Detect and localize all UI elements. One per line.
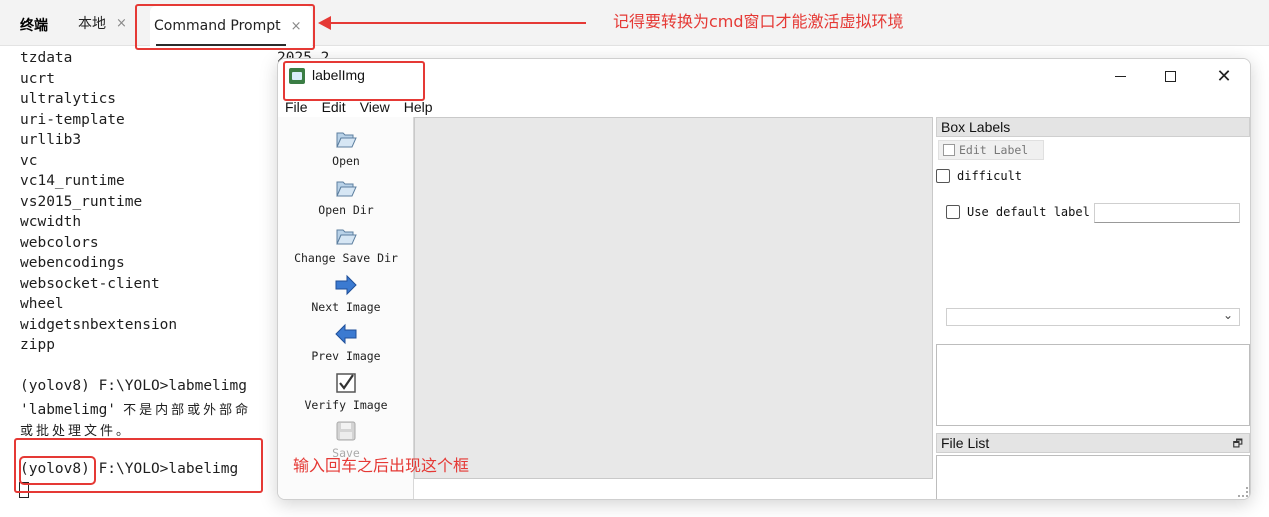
- next-image-button[interactable]: Next Image: [278, 271, 414, 319]
- package-row: tzdata2025.2: [20, 50, 329, 66]
- default-label-input[interactable]: [1094, 203, 1240, 223]
- command-line-1: (yolov8) F:\YOLO>labmelimg: [20, 378, 247, 394]
- arrow-right-icon: [335, 274, 357, 296]
- package-row: webcolors24: [20, 235, 294, 251]
- package-row: wcwidth0.: [20, 214, 294, 230]
- minimize-icon: [1114, 75, 1126, 77]
- open-button[interactable]: Open: [278, 125, 414, 173]
- menu-edit[interactable]: Edit: [322, 99, 346, 115]
- package-row: vc14: [20, 153, 294, 169]
- change-save-dir-button[interactable]: Change Save Dir: [278, 222, 414, 270]
- annotation-arrow-line: [328, 22, 586, 24]
- label-select[interactable]: ⌄: [946, 308, 1240, 326]
- package-row: urllib32.: [20, 132, 294, 148]
- package-row: webencodings0.: [20, 255, 294, 271]
- next-image-button-label: Next Image: [311, 300, 381, 314]
- close-icon: ✕: [1216, 65, 1232, 87]
- label-list[interactable]: [936, 344, 1250, 426]
- save-icon: [336, 421, 356, 441]
- maximize-button[interactable]: [1144, 59, 1196, 93]
- package-row: widgetsnbextension4.: [20, 317, 294, 333]
- menu-file[interactable]: File: [285, 99, 308, 115]
- prev-image-button[interactable]: Prev Image: [278, 320, 414, 368]
- box-labels-title: Box Labels: [936, 117, 1250, 137]
- annotation-box-cmd-tab: [135, 4, 315, 50]
- arrow-left-icon: [335, 323, 357, 345]
- annotation-box-labelimg-title: [283, 61, 425, 101]
- tab-local-close-icon[interactable]: ×: [116, 16, 127, 31]
- open-dir-button[interactable]: Open Dir: [278, 174, 414, 222]
- maximize-icon: [1164, 70, 1176, 82]
- change-save-dir-button-label: Change Save Dir: [294, 251, 398, 265]
- folder-open-icon: [336, 229, 357, 245]
- package-row: vs2015_runtime14: [20, 194, 294, 210]
- difficult-label: difficult: [957, 169, 1023, 183]
- annotation-top-note: 记得要转换为cmd窗口才能激活虚拟环境: [613, 12, 904, 31]
- tab-local-label: 本地: [78, 16, 106, 32]
- error-command-name: 'labmelimg': [20, 402, 117, 418]
- open-button-label: Open: [332, 154, 360, 168]
- float-dock-icon[interactable]: 🗗: [1233, 435, 1243, 453]
- minimize-button[interactable]: [1094, 59, 1146, 93]
- chevron-down-icon: ⌄: [1222, 308, 1233, 322]
- verify-image-button[interactable]: Verify Image: [278, 369, 414, 417]
- folder-open-icon: [336, 181, 357, 197]
- verify-image-button-label: Verify Image: [304, 398, 388, 412]
- pencil-icon: [943, 144, 955, 156]
- file-list[interactable]: [936, 455, 1250, 499]
- use-default-label-checkbox[interactable]: [946, 205, 960, 219]
- error-line-1: 'labmelimg' 不是内部或外部命: [20, 399, 251, 418]
- terminal-app-title: 终端: [20, 18, 48, 34]
- menu-help[interactable]: Help: [404, 99, 433, 115]
- package-row: ultralytics8.: [20, 91, 294, 107]
- right-dock-panel: Box Labels Edit Label difficult Use defa…: [936, 117, 1250, 499]
- error-line-2: 或批处理文件。: [20, 424, 133, 439]
- package-row: wheel0.: [20, 296, 294, 312]
- menu-view[interactable]: View: [360, 99, 390, 115]
- labelimg-toolbar: Open Open Dir Change Save Dir Next Image…: [278, 117, 414, 499]
- package-row: zipp3.: [20, 337, 294, 353]
- close-button[interactable]: ✕: [1198, 59, 1250, 93]
- check-icon: [336, 373, 356, 393]
- annotation-bottom-note: 输入回车之后出现这个框: [293, 456, 470, 475]
- use-default-label-label: Use default label: [967, 205, 1090, 219]
- resize-grip-icon[interactable]: [1238, 487, 1248, 497]
- difficult-checkbox[interactable]: [936, 169, 950, 183]
- package-row: ucrt10: [20, 71, 294, 87]
- file-list-title: File List 🗗: [936, 433, 1250, 453]
- package-row: uri-template1.: [20, 112, 294, 128]
- file-list-title-text: File List: [941, 435, 990, 451]
- tab-local[interactable]: 本地 ×: [78, 0, 127, 46]
- package-row: vc14_runtime14: [20, 173, 294, 189]
- package-row: websocket-client1.: [20, 276, 294, 292]
- image-canvas[interactable]: [414, 117, 933, 479]
- error-message-part1: 不是内部或外部命: [116, 403, 252, 418]
- annotation-box-env: [19, 456, 96, 485]
- labelimg-window[interactable]: labelImg ✕ File Edit View Help Open Open…: [277, 58, 1251, 500]
- edit-label-text: Edit Label: [959, 143, 1029, 157]
- edit-label-button[interactable]: Edit Label: [938, 140, 1044, 160]
- folder-open-icon: [336, 132, 357, 148]
- open-dir-button-label: Open Dir: [318, 203, 374, 217]
- prev-image-button-label: Prev Image: [311, 349, 381, 363]
